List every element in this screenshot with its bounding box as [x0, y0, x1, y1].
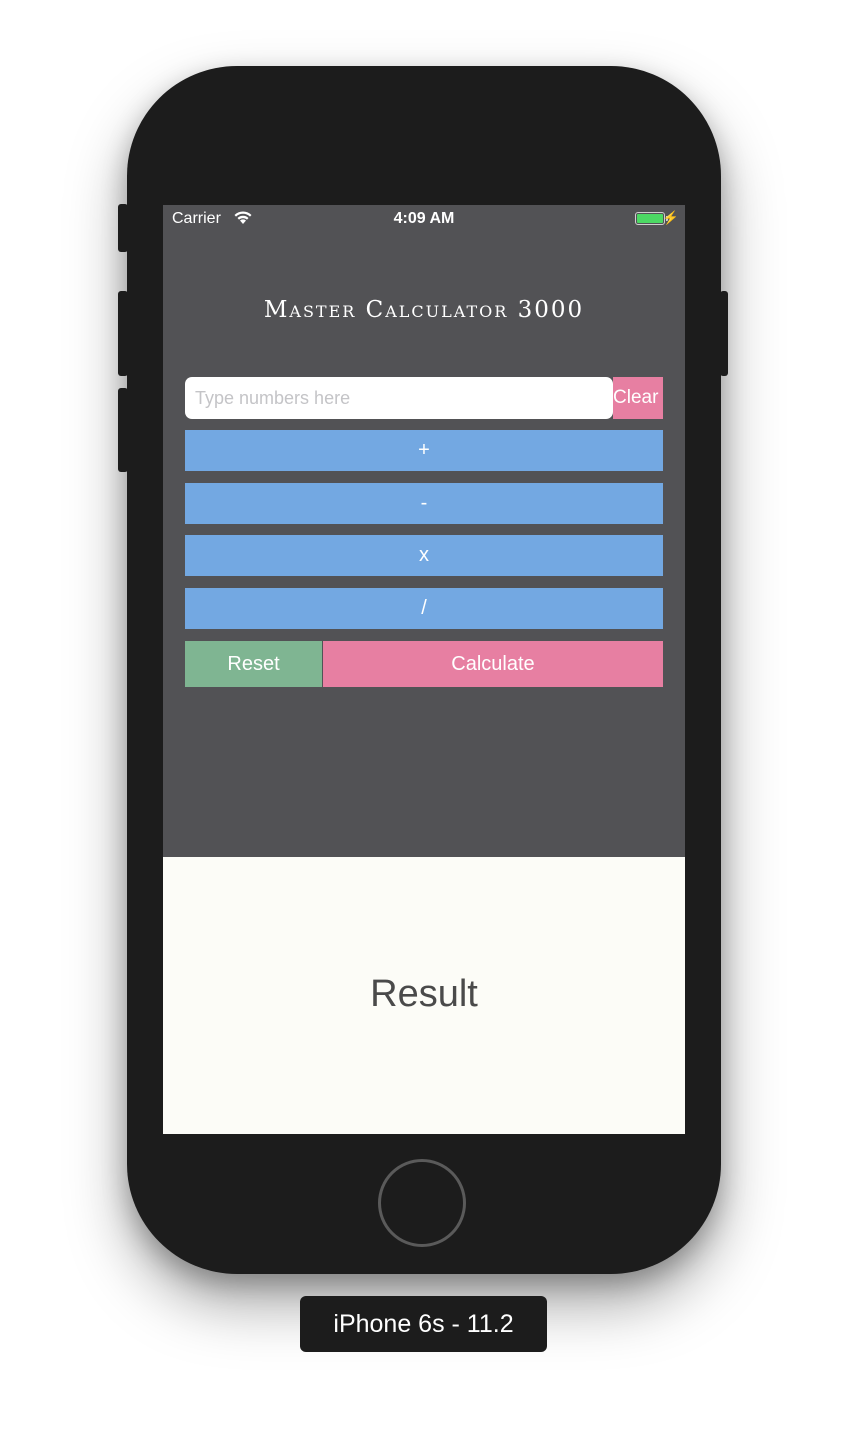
divide-button[interactable]: /	[185, 588, 663, 629]
multiply-button[interactable]: x	[185, 535, 663, 576]
input-row: Clear	[185, 377, 663, 419]
simulator-device-label: iPhone 6s - 11.2	[300, 1296, 547, 1352]
volume-up-button	[118, 291, 128, 376]
power-button	[720, 291, 728, 376]
add-button[interactable]: +	[185, 430, 663, 471]
status-bar: Carrier 4:09 AM ⚡	[163, 205, 685, 233]
clear-button[interactable]: Clear	[613, 377, 663, 419]
subtract-button[interactable]: -	[185, 483, 663, 524]
charging-bolt-icon: ⚡	[662, 210, 679, 225]
home-button[interactable]	[378, 1159, 466, 1247]
result-panel: Result	[163, 857, 685, 1134]
volume-down-button	[118, 388, 128, 472]
result-label: Result	[370, 973, 478, 1015]
battery-level	[637, 214, 663, 223]
device-screen: Carrier 4:09 AM ⚡ Master Calculator 3000…	[163, 205, 685, 1134]
battery-icon	[635, 212, 665, 225]
app-title: Master Calculator 3000	[263, 297, 585, 323]
reset-button[interactable]: Reset	[185, 641, 322, 687]
number-input[interactable]	[185, 377, 613, 419]
silent-switch	[118, 204, 128, 252]
status-time: 4:09 AM	[393, 210, 455, 227]
calculate-button[interactable]: Calculate	[323, 641, 663, 687]
